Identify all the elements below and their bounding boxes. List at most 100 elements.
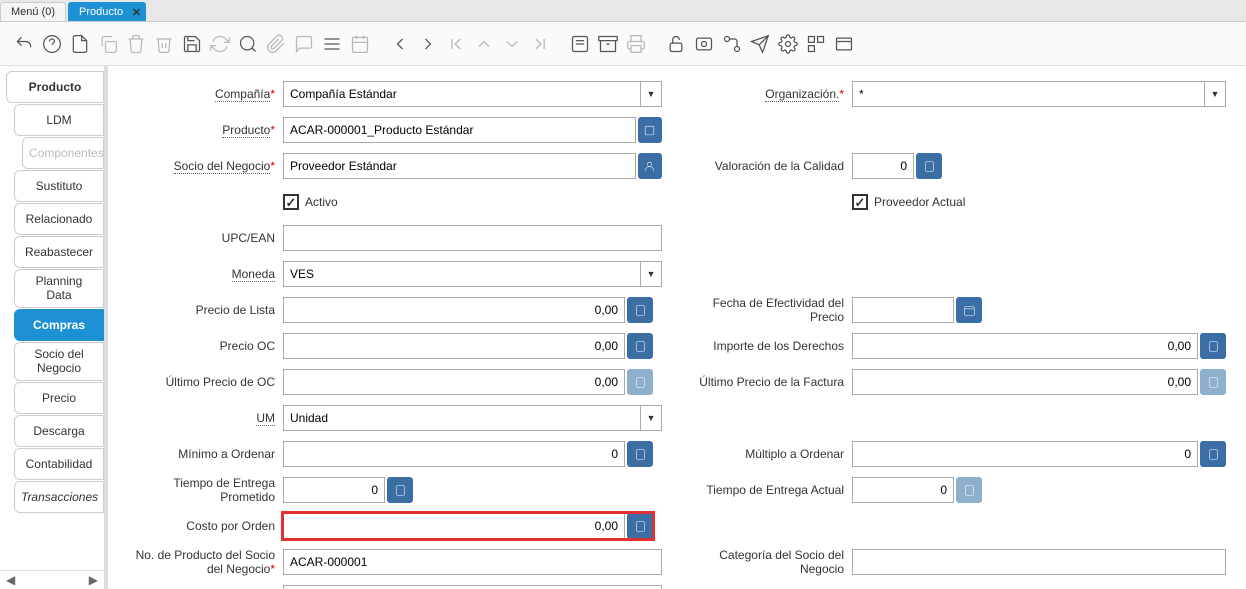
label-organizacion: Organización.* [692, 87, 852, 101]
um-input[interactable] [283, 405, 640, 431]
label-ultimo-precio-oc: Último Precio de OC [128, 375, 283, 389]
sidebar-item-socio-negocio[interactable]: Socio delNegocio [14, 342, 104, 381]
producto-input[interactable] [283, 117, 636, 143]
tab-menu[interactable]: Menú (0) [0, 2, 66, 21]
sidebar-item-producto[interactable]: Producto [6, 71, 104, 103]
chevron-down-icon[interactable]: ▼ [1204, 81, 1226, 107]
precio-oc-input[interactable] [283, 333, 625, 359]
calendar-icon[interactable] [348, 32, 372, 56]
help-icon[interactable] [40, 32, 64, 56]
ultimo-precio-oc-input [283, 369, 625, 395]
sidebar-item-contabilidad[interactable]: Contabilidad [14, 448, 104, 480]
compania-input[interactable] [283, 81, 640, 107]
chat-icon[interactable] [292, 32, 316, 56]
upc-ean-input[interactable] [283, 225, 662, 251]
sidebar-item-ldm[interactable]: LDM [14, 104, 104, 136]
close-icon[interactable]: ✕ [132, 6, 141, 19]
calculator-icon [1200, 369, 1226, 395]
calculator-icon[interactable] [627, 441, 653, 467]
calculator-icon[interactable] [1200, 333, 1226, 359]
checkbox-checked-icon [852, 194, 868, 210]
calculator-icon[interactable] [1200, 441, 1226, 467]
calculator-icon [627, 369, 653, 395]
zoom-icon[interactable] [692, 32, 716, 56]
fecha-efectividad-input[interactable] [852, 297, 954, 323]
form-area: Compañía* ▼ Organización.* ▼ Producto* [104, 66, 1246, 589]
minimo-ordenar-input[interactable] [283, 441, 625, 467]
valoracion-calidad-input[interactable] [852, 153, 914, 179]
delete-all-icon[interactable] [152, 32, 176, 56]
refresh-icon[interactable] [208, 32, 232, 56]
importe-derechos-input[interactable] [852, 333, 1198, 359]
sidebar-item-reabastecer[interactable]: Reabastecer [14, 236, 104, 268]
archive-icon[interactable] [596, 32, 620, 56]
report-icon[interactable] [568, 32, 592, 56]
precio-lista-input[interactable] [283, 297, 625, 323]
calculator-icon[interactable] [387, 477, 413, 503]
multiplo-ordenar-input[interactable] [852, 441, 1198, 467]
activo-checkbox[interactable]: Activo [283, 194, 338, 210]
sidebar-item-componentes[interactable]: Componentes [22, 137, 104, 169]
gear-icon[interactable] [776, 32, 800, 56]
new-icon[interactable] [68, 32, 92, 56]
nav-prev-icon[interactable] [388, 32, 412, 56]
sidebar-item-transacciones[interactable]: Transacciones [14, 481, 104, 513]
nav-up-icon[interactable] [472, 32, 496, 56]
workflow-icon[interactable] [720, 32, 744, 56]
calculator-icon[interactable] [627, 297, 653, 323]
save-icon[interactable] [180, 32, 204, 56]
tab-menu-label: Menú (0) [11, 6, 55, 18]
tiempo-entrega-prometido-input[interactable] [283, 477, 385, 503]
tab-producto[interactable]: Producto ✕ [68, 2, 146, 21]
manufactura-input[interactable] [283, 585, 662, 589]
categoria-socio-input[interactable] [852, 549, 1226, 575]
window-icon[interactable] [832, 32, 856, 56]
calculator-icon[interactable] [627, 513, 653, 539]
nav-first-icon[interactable] [444, 32, 468, 56]
sidebar-item-precio[interactable]: Precio [14, 382, 104, 414]
delete-icon[interactable] [124, 32, 148, 56]
print-icon[interactable] [624, 32, 648, 56]
costo-por-orden-input[interactable] [283, 513, 625, 539]
label-precio-lista: Precio de Lista [128, 303, 283, 317]
sidebar-item-relacionado[interactable]: Relacionado [14, 203, 104, 235]
label-minimo-ordenar: Mínimo a Ordenar [128, 447, 283, 461]
socio-negocio-input[interactable] [283, 153, 636, 179]
sidebar-item-planning-data[interactable]: PlanningData [14, 269, 104, 308]
lock-icon[interactable] [664, 32, 688, 56]
label-producto: Producto* [128, 123, 283, 137]
grid-icon[interactable] [320, 32, 344, 56]
label-valoracion-calidad: Valoración de la Calidad [692, 159, 852, 173]
label-compania: Compañía* [128, 87, 283, 101]
activo-label: Activo [305, 195, 338, 209]
proveedor-actual-checkbox[interactable]: Proveedor Actual [852, 194, 965, 210]
nav-last-icon[interactable] [528, 32, 552, 56]
chevron-down-icon[interactable]: ▼ [640, 405, 662, 431]
user-icon[interactable] [638, 153, 662, 179]
sidebar-item-sustituto[interactable]: Sustituto [14, 170, 104, 202]
sidebar-item-descarga[interactable]: Descarga [14, 415, 104, 447]
date-icon[interactable] [956, 297, 982, 323]
scroll-left-icon[interactable]: ◀ [6, 573, 15, 587]
calculator-icon[interactable] [916, 153, 942, 179]
label-costo-por-orden: Costo por Orden [128, 519, 283, 533]
scroll-right-icon[interactable]: ▶ [89, 573, 98, 587]
no-producto-socio-input[interactable] [283, 549, 662, 575]
calculator-icon[interactable] [627, 333, 653, 359]
organizacion-input[interactable] [852, 81, 1204, 107]
toolbar [0, 22, 1246, 66]
chevron-down-icon[interactable]: ▼ [640, 261, 662, 287]
nav-next-icon[interactable] [416, 32, 440, 56]
send-icon[interactable] [748, 32, 772, 56]
product-info-icon[interactable] [804, 32, 828, 56]
sidebar-item-compras[interactable]: Compras [14, 309, 104, 341]
copy-icon[interactable] [96, 32, 120, 56]
nav-down-icon[interactable] [500, 32, 524, 56]
attach-icon[interactable] [264, 32, 288, 56]
sidebar: Producto LDM Componentes Sustituto Relac… [0, 66, 104, 589]
moneda-input[interactable] [283, 261, 640, 287]
search-icon[interactable] [236, 32, 260, 56]
lookup-icon[interactable] [638, 117, 662, 143]
chevron-down-icon[interactable]: ▼ [640, 81, 662, 107]
undo-icon[interactable] [12, 32, 36, 56]
